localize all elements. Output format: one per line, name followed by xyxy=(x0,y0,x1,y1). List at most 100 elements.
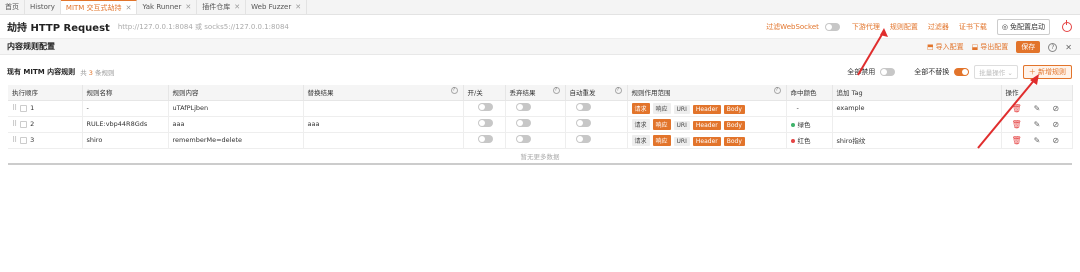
tag-cell: example xyxy=(836,104,865,112)
help-icon[interactable]: ? xyxy=(450,87,458,95)
disable-icon[interactable]: ⊘ xyxy=(1052,120,1059,129)
scope-tag[interactable]: Header xyxy=(692,136,721,146)
cert-download-link[interactable]: 证书下载 xyxy=(959,22,987,32)
column-header: 丢弃结果? xyxy=(505,85,566,101)
scope-tag[interactable]: 请求 xyxy=(631,102,650,114)
import-icon: ⬒ xyxy=(927,43,934,51)
rule-name-cell: - xyxy=(86,104,89,112)
column-header: 追加 Tag xyxy=(832,85,1002,101)
chrome-icon: ◎ xyxy=(1001,23,1008,31)
help-icon[interactable]: ? xyxy=(614,87,622,95)
rule-config-header: 内容规则配置 ⬒ 导入配置 ⬓ 导出配置 保存 ? ✕ xyxy=(0,39,1080,55)
tab-1[interactable]: History xyxy=(25,0,61,14)
scope-tag[interactable]: 请求 xyxy=(631,118,650,130)
no-replace-all-toggle[interactable] xyxy=(954,68,970,76)
drop-result-toggle[interactable] xyxy=(515,103,531,111)
enable-toggle[interactable] xyxy=(477,135,493,143)
tab-close-icon[interactable]: ✕ xyxy=(185,3,191,11)
drag-handle-icon[interactable]: ⠿ xyxy=(12,120,17,128)
edit-icon[interactable]: ✎ xyxy=(1034,120,1041,129)
disable-icon[interactable]: ⊘ xyxy=(1052,136,1059,145)
enable-toggle[interactable] xyxy=(477,103,493,111)
row-checkbox[interactable] xyxy=(20,104,28,112)
add-rule-button[interactable]: ＋ 新增规则 xyxy=(1022,65,1072,79)
rules-toolbar: 现有 MITM 内容规则 共 3 条规则 全部禁用 全部不替换 批量操作 ⌄ ＋… xyxy=(0,65,1080,79)
hit-color-cell: 绿色 xyxy=(797,121,811,129)
scope-tag[interactable]: URI xyxy=(673,104,690,114)
scope-tag[interactable]: URI xyxy=(673,136,690,146)
column-header: 规则名称 xyxy=(82,85,169,101)
row-checkbox[interactable] xyxy=(20,136,28,144)
color-dot xyxy=(790,123,795,127)
scope-tag[interactable]: 请求 xyxy=(631,134,650,146)
help-icon[interactable]: ? xyxy=(773,87,781,95)
import-config-button[interactable]: ⬒ 导入配置 xyxy=(927,42,964,52)
close-icon[interactable]: ✕ xyxy=(1065,43,1072,52)
export-config-button[interactable]: ⬓ 导出配置 xyxy=(972,42,1009,52)
drag-handle-icon[interactable]: ⠿ xyxy=(12,136,17,144)
rule-config-link[interactable]: 规则配置 xyxy=(890,22,918,32)
tag-cell: shiro指纹 xyxy=(836,137,866,145)
rule-name-cell: shiro xyxy=(86,136,103,144)
edit-icon[interactable]: ✎ xyxy=(1034,104,1041,113)
tab-0[interactable]: 首页 xyxy=(0,0,25,14)
column-header: 开/关 xyxy=(463,85,506,101)
column-header: 操作 xyxy=(1001,85,1073,101)
column-header: 命中颜色 xyxy=(786,85,833,101)
plus-icon: ＋ xyxy=(1028,68,1036,76)
disable-all-toggle[interactable] xyxy=(880,68,896,76)
page-header: 劫持 HTTP Request http://127.0.0.1:8084 或 … xyxy=(0,15,1080,39)
scope-tag[interactable]: 响应 xyxy=(652,102,671,114)
scope-tag[interactable]: Body xyxy=(723,136,745,146)
save-button[interactable]: 保存 xyxy=(1016,41,1041,53)
column-header: 规则内容 xyxy=(168,85,304,101)
enable-toggle[interactable] xyxy=(477,119,493,127)
edit-icon[interactable]: ✎ xyxy=(1034,136,1041,145)
tab-close-icon[interactable]: ✕ xyxy=(295,3,301,11)
tab-close-icon[interactable]: ✕ xyxy=(126,4,132,12)
rules-count: 共 3 条规则 xyxy=(80,69,115,77)
rule-content-cell: aaa xyxy=(172,120,185,128)
power-icon[interactable] xyxy=(1062,20,1072,32)
disable-icon[interactable]: ⊘ xyxy=(1052,104,1059,113)
scope-tag[interactable]: 响应 xyxy=(652,118,671,130)
scope-tag[interactable]: Body xyxy=(723,120,745,130)
chevron-down-icon: ⌄ xyxy=(1007,69,1013,77)
help-icon[interactable]: ? xyxy=(1048,42,1058,52)
drop-result-toggle[interactable] xyxy=(515,119,531,127)
column-header: 执行顺序 xyxy=(8,85,83,101)
drag-handle-icon[interactable]: ⠿ xyxy=(12,104,17,112)
batch-ops-select[interactable]: 批量操作 ⌄ xyxy=(974,65,1018,79)
table-row: ⠿ 2 RULE:vbp44R8Gds aaa aaa 请求 响应 URI Header Body… xyxy=(8,116,1073,133)
delete-icon[interactable]: 🗑 xyxy=(1012,104,1022,113)
no-config-start-button[interactable]: ◎ 免配置启动 xyxy=(996,19,1050,35)
scope-tag[interactable]: Header xyxy=(692,104,721,114)
scope-tag[interactable]: 响应 xyxy=(652,134,671,146)
tab-3[interactable]: Yak Runner ✕ xyxy=(137,0,198,14)
auto-resend-toggle[interactable] xyxy=(575,103,591,111)
rules-table: 执行顺序 规则名称 规则内容 替换结果? 开/关 丢弃结果? 自动重发? 规则作用范围? 命中颜… xyxy=(8,85,1073,149)
scope-tag[interactable]: Header xyxy=(692,120,721,130)
help-icon[interactable]: ? xyxy=(552,87,560,95)
auto-resend-toggle[interactable] xyxy=(575,135,591,143)
color-dot xyxy=(790,139,795,143)
row-checkbox[interactable] xyxy=(20,120,28,128)
scope-tag[interactable]: URI xyxy=(673,120,690,130)
scope-tag[interactable]: Body xyxy=(723,104,745,114)
filter-websocket-toggle[interactable] xyxy=(824,23,840,31)
tab-close-icon[interactable]: ✕ xyxy=(234,3,240,11)
tab-5[interactable]: Web Fuzzer ✕ xyxy=(246,0,308,14)
tab-2[interactable]: MITM 交互式劫持 ✕ xyxy=(60,0,138,14)
downstream-proxy-link[interactable]: 下游代理 xyxy=(852,22,880,32)
delete-icon[interactable]: 🗑 xyxy=(1012,120,1022,129)
tab-4[interactable]: 插件仓库 ✕ xyxy=(197,0,247,14)
hit-color-cell: - xyxy=(796,104,799,112)
auto-resend-toggle[interactable] xyxy=(575,119,591,127)
tab-bar: 首页 History MITM 交互式劫持 ✕ Yak Runner ✕ 插件仓库 ✕ Web … xyxy=(0,0,1080,15)
filter-link[interactable]: 过滤器 xyxy=(928,22,949,32)
delete-icon[interactable]: 🗑 xyxy=(1012,136,1022,145)
replace-result-cell: aaa xyxy=(307,120,320,128)
drop-result-toggle[interactable] xyxy=(515,135,531,143)
column-header: 替换结果? xyxy=(303,85,464,101)
order-cell: 3 xyxy=(30,136,35,144)
